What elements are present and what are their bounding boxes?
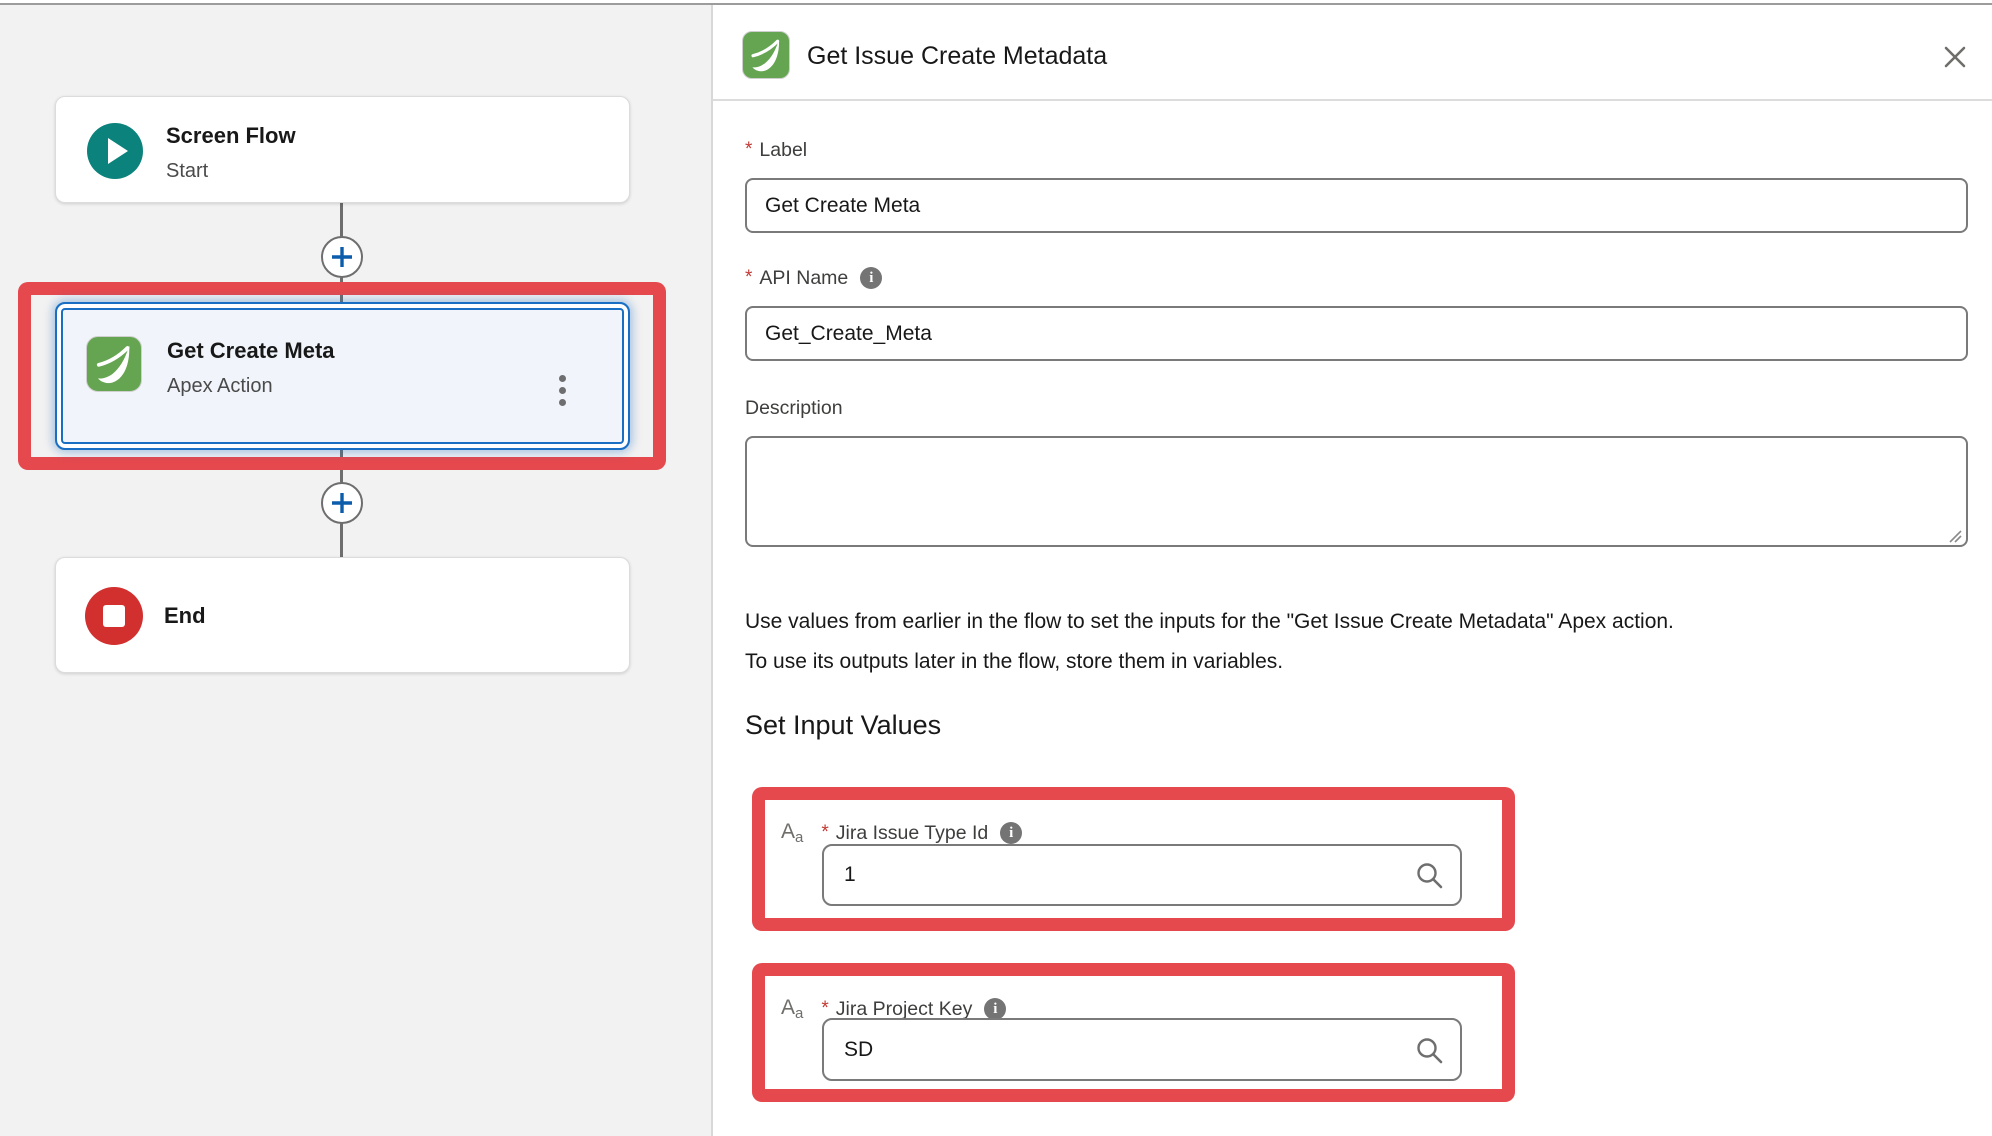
info-icon[interactable]: i: [1000, 822, 1022, 844]
plus-icon: [331, 246, 353, 268]
label-input[interactable]: [745, 178, 1968, 233]
node-apex-title: Get Create Meta: [167, 338, 335, 364]
node-start-title: Screen Flow: [166, 123, 296, 149]
description-textarea[interactable]: [745, 436, 1968, 547]
info-icon[interactable]: i: [984, 998, 1006, 1020]
jira-issue-type-id-input[interactable]: 1: [822, 844, 1462, 906]
panel-header-divider: [713, 99, 1992, 101]
panel-title: Get Issue Create Metadata: [807, 41, 1107, 71]
annotation-box-input-1: Aa * Jira Issue Type Id i 1: [752, 787, 1515, 931]
panel-header-app-icon: [742, 31, 790, 79]
play-triangle-icon: [108, 138, 128, 164]
plus-icon: [331, 492, 353, 514]
api-name-input[interactable]: [745, 306, 1968, 361]
input-row-1-label: Jira Issue Type Id: [836, 820, 988, 846]
close-icon: [1943, 45, 1967, 69]
stop-square-icon: [103, 605, 125, 627]
help-text: Use values from earlier in the flow to s…: [745, 602, 1973, 682]
search-icon[interactable]: [1414, 860, 1444, 890]
apex-action-app-icon: [86, 336, 142, 392]
node-start[interactable]: Screen Flow Start: [55, 96, 630, 203]
section-heading: Set Input Values: [745, 710, 941, 741]
info-icon[interactable]: i: [860, 267, 882, 289]
screen-flow-play-icon: [87, 123, 143, 179]
search-icon[interactable]: [1414, 1035, 1444, 1065]
required-asterisk: *: [745, 265, 752, 291]
description-field-label: Description: [745, 395, 843, 421]
api-name-field-label: * API Name i: [745, 265, 882, 291]
textarea-resize-handle-icon[interactable]: [1946, 527, 1962, 543]
node-start-subtitle: Start: [166, 159, 208, 183]
flow-builder-screen: Screen Flow Start Get Create Meta Apex A…: [0, 0, 1992, 1136]
node-apex-action[interactable]: Get Create Meta Apex Action: [55, 302, 630, 450]
add-element-button-1[interactable]: [321, 236, 363, 278]
required-asterisk: *: [821, 822, 828, 844]
text-type-icon: Aa: [781, 996, 803, 1022]
end-stop-icon: [85, 587, 143, 645]
jira-project-key-input[interactable]: SD: [822, 1018, 1462, 1081]
node-end[interactable]: End: [55, 557, 630, 673]
required-asterisk: *: [821, 998, 828, 1020]
required-asterisk: *: [745, 137, 752, 163]
annotation-box-input-2: Aa * Jira Project Key i SD: [752, 963, 1515, 1102]
add-element-button-2[interactable]: [321, 482, 363, 524]
node-apex-subtitle: Apex Action: [167, 374, 273, 398]
node-end-title: End: [164, 603, 206, 629]
input-row-1-header: Aa * Jira Issue Type Id i: [781, 819, 1022, 847]
z-swoosh-icon: [743, 32, 789, 78]
text-type-icon: Aa: [781, 820, 803, 846]
node-menu-kebab-icon[interactable]: [555, 370, 569, 411]
z-swoosh-icon: [87, 337, 141, 391]
close-panel-button[interactable]: [1938, 40, 1972, 74]
label-field-label: * Label: [745, 137, 807, 163]
